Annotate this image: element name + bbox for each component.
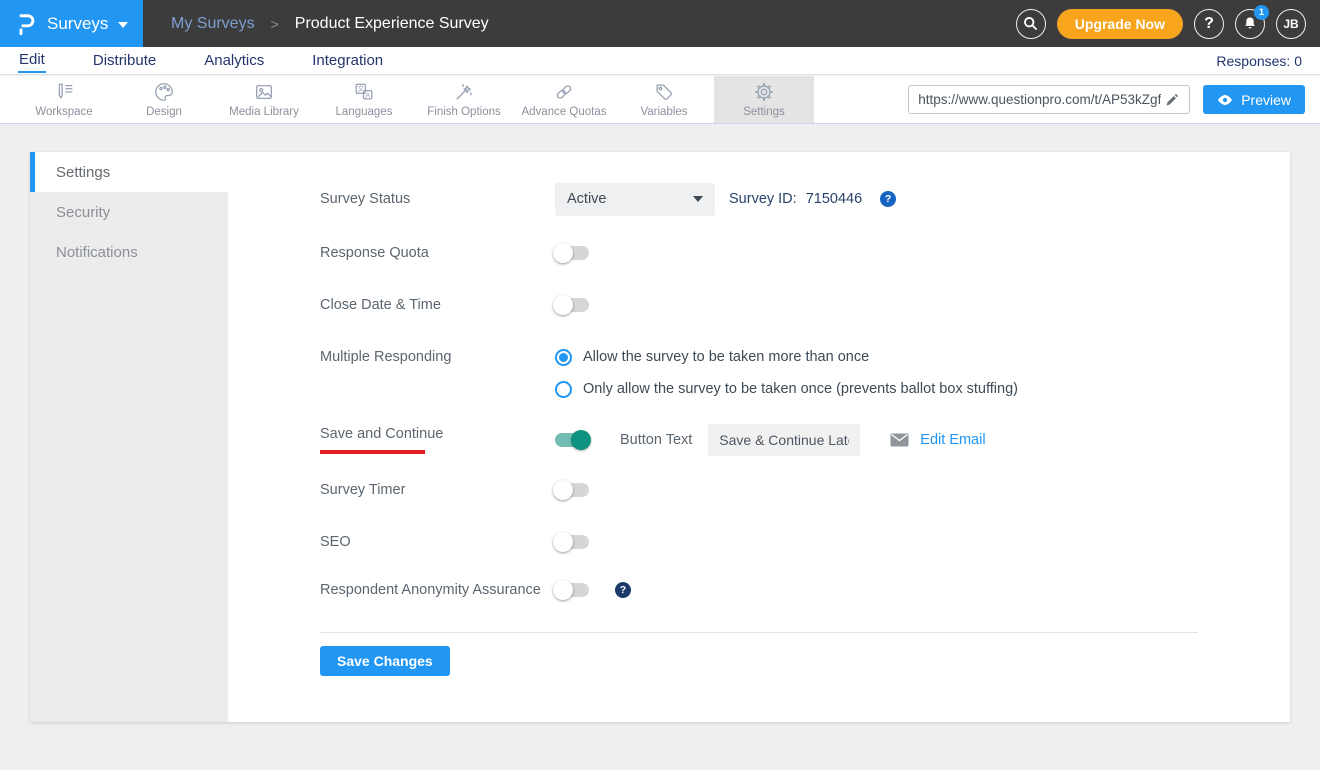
upgrade-now-button[interactable]: Upgrade Now: [1057, 9, 1183, 39]
media-library-icon: [253, 81, 275, 103]
survey-status-value: Active: [567, 191, 607, 207]
edit-toolbar: Workspace Design Media Library 文 A Langu…: [0, 76, 1320, 124]
edit-email-link[interactable]: Edit Email: [920, 432, 985, 448]
notification-badge: 1: [1254, 5, 1269, 20]
email-envelope-icon[interactable]: [890, 433, 909, 447]
toolbar-item-design[interactable]: Design: [114, 76, 214, 123]
toolbar-item-settings[interactable]: Settings: [714, 76, 814, 123]
edit-url-pencil-icon[interactable]: [1161, 89, 1183, 111]
responses-count: Responses: 0: [1216, 53, 1302, 69]
questionpro-logo-icon: [15, 11, 37, 37]
survey-timer-row: Survey Timer: [320, 471, 1198, 509]
survey-status-row: Survey Status Active Survey ID: 7150446 …: [320, 180, 1198, 218]
survey-id-label: Survey ID:: [729, 191, 797, 207]
chevron-down-icon: [693, 196, 703, 202]
settings-form: Survey Status Active Survey ID: 7150446 …: [228, 152, 1290, 722]
header-actions: Upgrade Now ? 1 JB: [1016, 9, 1320, 39]
response-quota-label: Response Quota: [320, 245, 555, 261]
save-continue-label: Save and Continue: [320, 426, 555, 454]
survey-status-select[interactable]: Active: [555, 183, 715, 216]
respondent-anonymity-row: Respondent Anonymity Assurance ?: [320, 571, 1198, 609]
breadcrumb-separator: >: [271, 16, 279, 32]
tab-analytics[interactable]: Analytics: [203, 49, 265, 72]
radio-unselected-icon[interactable]: [555, 381, 572, 398]
sidebar-item-notifications[interactable]: Notifications: [30, 232, 228, 272]
toolbar-item-languages[interactable]: 文 A Languages: [314, 76, 414, 123]
save-changes-button[interactable]: Save Changes: [320, 646, 450, 676]
seo-label: SEO: [320, 534, 555, 550]
seo-toggle[interactable]: [555, 535, 589, 549]
survey-status-label: Survey Status: [320, 191, 555, 207]
multiple-responding-row: Multiple Responding Allow the survey to …: [320, 341, 1198, 405]
survey-id-help-icon[interactable]: ?: [880, 191, 896, 207]
search-icon[interactable]: [1016, 9, 1046, 39]
multiple-responding-options: Allow the survey to be taken more than o…: [555, 341, 1018, 405]
respondent-anonymity-help-icon[interactable]: ?: [615, 582, 631, 598]
design-icon: [153, 81, 175, 103]
product-switcher[interactable]: Surveys: [0, 0, 143, 47]
eye-icon: [1217, 94, 1233, 106]
toolbar-item-workspace[interactable]: Workspace: [14, 76, 114, 123]
survey-title: Product Experience Survey: [295, 15, 489, 33]
toolbar-item-finish-options[interactable]: Finish Options: [414, 76, 514, 123]
settings-card: Settings Security Notifications Survey S…: [30, 152, 1290, 722]
multiple-responding-label: Multiple Responding: [320, 341, 555, 373]
chevron-down-icon: [118, 22, 128, 28]
languages-icon: 文 A: [353, 81, 375, 103]
respondent-anonymity-toggle[interactable]: [555, 583, 589, 597]
toolbar-item-advance-quotas[interactable]: Advance Quotas: [514, 76, 614, 123]
settings-gear-icon: [753, 81, 775, 103]
help-icon[interactable]: ?: [1194, 9, 1224, 39]
radio-option-once[interactable]: Only allow the survey to be taken once (…: [555, 373, 1018, 405]
toolbar-item-media-library[interactable]: Media Library: [214, 76, 314, 123]
close-date-label: Close Date & Time: [320, 297, 555, 313]
button-text-input[interactable]: [708, 424, 860, 456]
response-quota-toggle[interactable]: [555, 246, 589, 260]
close-date-row: Close Date & Time: [320, 286, 1198, 324]
top-header: Surveys My Surveys > Product Experience …: [0, 0, 1320, 47]
tab-edit[interactable]: Edit: [18, 48, 46, 73]
survey-timer-toggle[interactable]: [555, 483, 589, 497]
seo-row: SEO: [320, 523, 1198, 561]
save-continue-row: Save and Continue Button Text Edit Email: [320, 421, 1198, 459]
survey-url-field[interactable]: [908, 85, 1190, 114]
advance-quotas-icon: [553, 81, 575, 103]
breadcrumb: My Surveys > Product Experience Survey: [171, 15, 489, 33]
workspace-icon: [53, 81, 75, 103]
radio-option-multiple[interactable]: Allow the survey to be taken more than o…: [555, 341, 1018, 373]
button-text-label: Button Text: [620, 432, 692, 448]
radio-selected-icon[interactable]: [555, 349, 572, 366]
survey-url-group: Preview: [908, 76, 1320, 123]
survey-url-input[interactable]: [918, 92, 1161, 107]
section-tabbar: Edit Distribute Analytics Integration Re…: [0, 47, 1320, 75]
sidebar-item-security[interactable]: Security: [30, 192, 228, 232]
app-title: Surveys: [47, 14, 108, 34]
form-divider: [320, 632, 1198, 633]
settings-sidebar: Settings Security Notifications: [30, 152, 228, 722]
preview-button[interactable]: Preview: [1203, 85, 1305, 114]
svg-text:A: A: [365, 92, 370, 99]
variables-icon: [653, 81, 675, 103]
survey-id-value: 7150446: [806, 191, 862, 207]
save-continue-toggle[interactable]: [555, 433, 589, 447]
survey-timer-label: Survey Timer: [320, 482, 555, 498]
close-date-toggle[interactable]: [555, 298, 589, 312]
response-quota-row: Response Quota: [320, 234, 1198, 272]
red-underline: [320, 450, 425, 454]
sidebar-item-settings[interactable]: Settings: [30, 152, 228, 192]
avatar[interactable]: JB: [1276, 9, 1306, 39]
respondent-anonymity-label: Respondent Anonymity Assurance: [320, 582, 555, 598]
tab-integration[interactable]: Integration: [311, 49, 384, 72]
tab-distribute[interactable]: Distribute: [92, 49, 157, 72]
finish-options-icon: [453, 81, 475, 103]
svg-text:文: 文: [357, 84, 364, 93]
breadcrumb-my-surveys[interactable]: My Surveys: [171, 15, 255, 33]
toolbar-item-variables[interactable]: Variables: [614, 76, 714, 123]
notifications-bell-icon[interactable]: 1: [1235, 9, 1265, 39]
